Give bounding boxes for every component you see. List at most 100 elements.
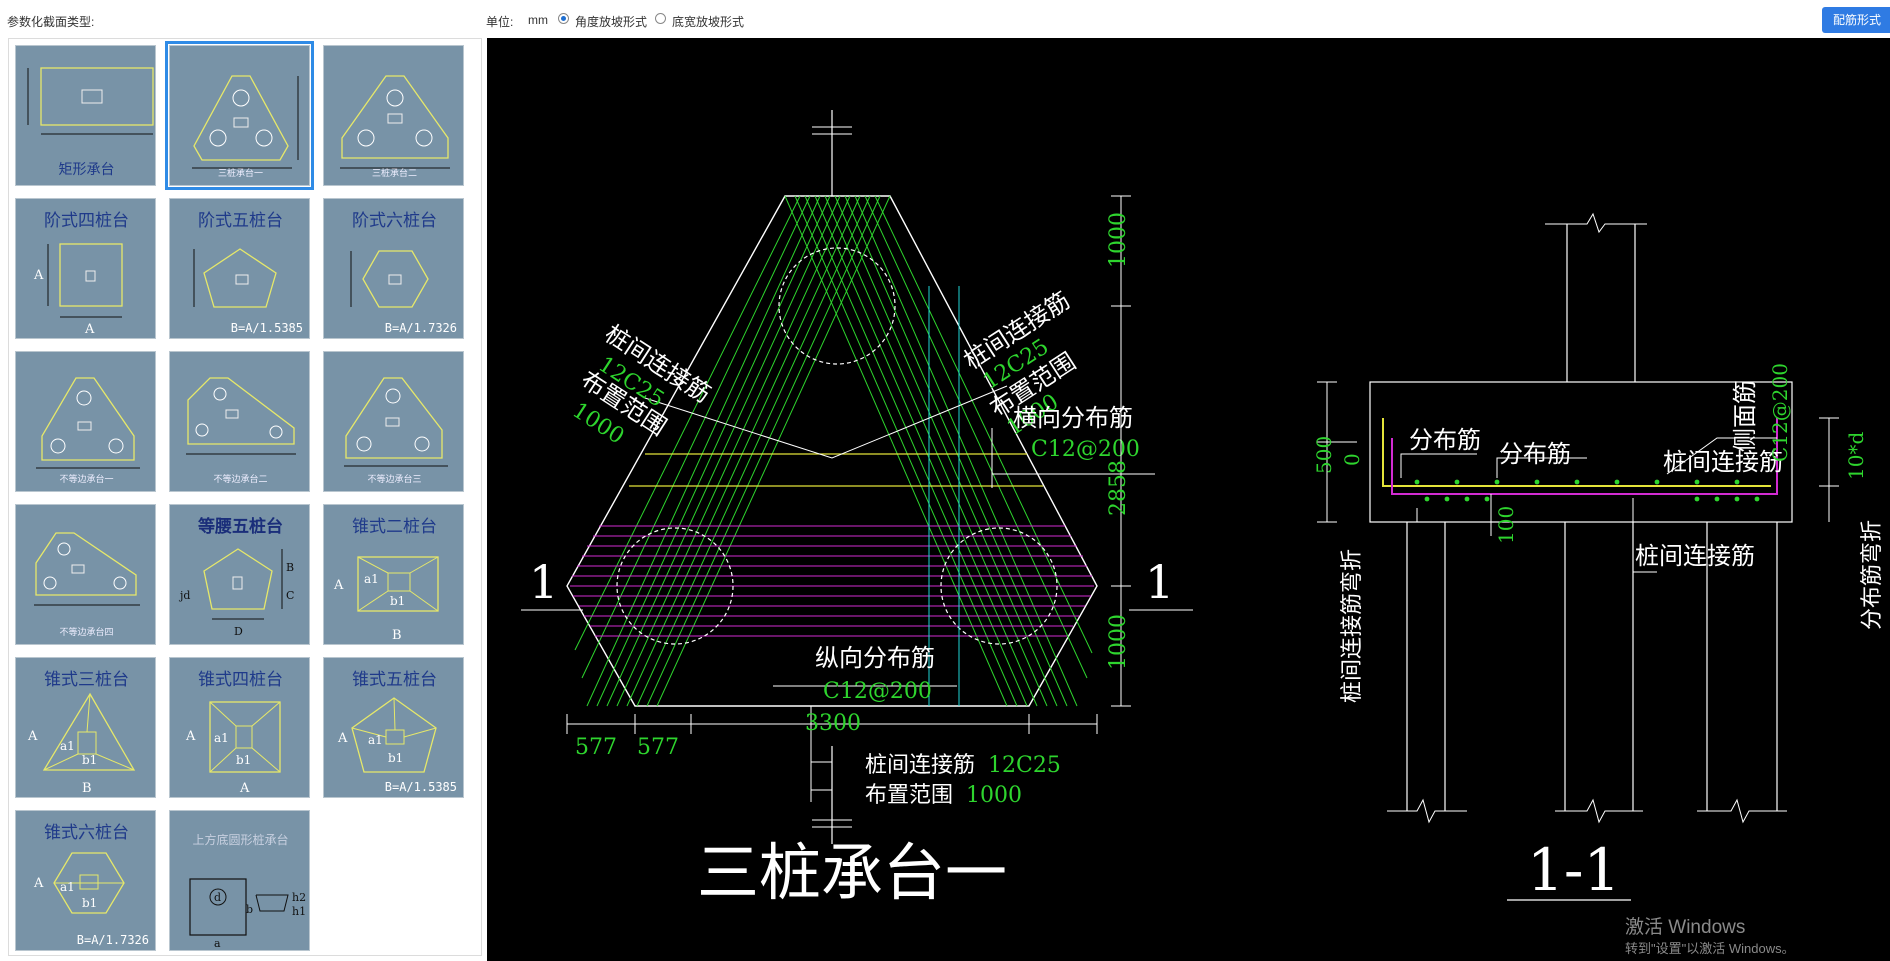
- tile-round-pile-cap[interactable]: d b h2 h1 a 上方底圆形桩承台: [169, 810, 310, 951]
- plan-long-dist: 纵向分布筋: [815, 644, 935, 672]
- tile-label: 不等边承台三: [367, 475, 422, 485]
- tile-cone-four-pile[interactable]: A a1 b1 A 锥式四桩台: [169, 657, 310, 798]
- tile-label: 锥式二桩台: [352, 517, 437, 537]
- svg-text:b1: b1: [388, 751, 403, 765]
- tile-cone-five-pile[interactable]: A a1 b1 锥式五桩台 B=A/1.5385: [323, 657, 464, 798]
- svg-text:A: A: [27, 729, 38, 744]
- dim-width: 3300: [805, 711, 861, 736]
- windows-activation-hint: 转到"设置"以激活 Windows。: [1625, 941, 1795, 956]
- svg-text:A: A: [333, 578, 344, 593]
- section-dist-bar-2: 分布筋: [1499, 440, 1571, 468]
- svg-text:b1: b1: [390, 594, 405, 608]
- plan-long-dist-spec: C12@200: [823, 679, 932, 704]
- svg-text:B: B: [392, 628, 402, 643]
- plan-bottom-range: 布置范围 1000: [865, 783, 1022, 808]
- cad-drawing-canvas[interactable]: 1 1 桩间连接筋 12C25 布置范围 1000 桩间连接筋 12C25 布置…: [487, 38, 1890, 961]
- svg-text:D: D: [234, 625, 243, 638]
- dim-top: 1000: [1106, 212, 1131, 268]
- tile-label: 三桩承台二: [371, 169, 417, 179]
- tile-cone-three-pile[interactable]: A a1 b1 B 锥式三桩台: [15, 657, 156, 798]
- svg-text:a1: a1: [60, 739, 75, 753]
- radio-width-slope-label[interactable]: 底宽放坡形式: [672, 13, 744, 30]
- svg-text:A: A: [84, 322, 95, 337]
- section-type-grid: 矩形承台 三桩承台一 三桩承台二 A A 阶式四桩台 阶式五桩台 B=A/1.5…: [15, 41, 472, 955]
- section-mark-right: 1: [1145, 555, 1174, 609]
- dim-mid: 2858: [1106, 460, 1131, 516]
- tile-step-four-pile[interactable]: A A 阶式四桩台: [15, 198, 156, 339]
- drawing-title: 三桩承台一: [697, 836, 1007, 909]
- tile-label: 不等边承台一: [59, 475, 114, 485]
- tile-three-pile-cap-1[interactable]: 三桩承台一: [165, 41, 314, 190]
- rebar-form-button[interactable]: 配筋形式: [1822, 7, 1890, 33]
- tile-formula: B=A/1.5385: [384, 780, 457, 794]
- svg-text:b: b: [246, 903, 253, 916]
- tile-label: 锥式六桩台: [44, 823, 129, 843]
- tile-cone-two-pile[interactable]: A a1 b1 B 锥式二桩台: [323, 504, 464, 645]
- plan-bottom-range-label: 布置范围: [865, 783, 953, 808]
- unit-value: mm: [528, 13, 548, 27]
- section-side-bar: 侧面筋: [1731, 380, 1759, 452]
- section-bend-len: 10*d: [1844, 432, 1868, 480]
- plan-bottom-range-value: 1000: [966, 783, 1022, 808]
- section-side-spec: C12@200: [1768, 363, 1792, 462]
- section-mark-left: 1: [529, 555, 558, 609]
- tile-unequal-cap-4[interactable]: 不等边承台四: [15, 504, 156, 645]
- tile-step-five-pile[interactable]: 阶式五桩台 B=A/1.5385: [169, 198, 310, 339]
- toolbar: 参数化截面类型: 单位: mm 角度放坡形式 底宽放坡形式 配筋形式: [0, 0, 1890, 38]
- dim-edge-1: 577: [575, 735, 617, 760]
- tile-three-pile-cap-2[interactable]: 三桩承台二: [323, 45, 464, 186]
- svg-text:h2: h2: [292, 891, 306, 904]
- tile-label: 阶式四桩台: [44, 211, 129, 231]
- svg-text:a1: a1: [368, 733, 383, 747]
- section-dim-height: 500: [1312, 436, 1336, 474]
- section-dist-bend: 分布筋弯折: [1860, 520, 1885, 630]
- plan-trans-dist-spec: C12@200: [1031, 437, 1140, 462]
- svg-text:b1: b1: [236, 753, 251, 767]
- tile-rect-cap[interactable]: 矩形承台: [15, 45, 156, 186]
- tile-formula: B=A/1.7326: [76, 933, 149, 947]
- section-dim-cover: 100: [1494, 506, 1518, 544]
- tile-label: 三桩承台一: [217, 169, 263, 179]
- tile-label: 锥式四桩台: [198, 670, 283, 690]
- tile-unequal-cap-1[interactable]: 不等边承台一: [15, 351, 156, 492]
- tile-label: 阶式六桩台: [352, 211, 437, 231]
- section-view: 分布筋 分布筋 桩间连接筋 桩间连接筋 侧面筋 C12@200 桩间连接筋弯折 …: [1312, 212, 1885, 904]
- tile-unequal-cap-3[interactable]: 不等边承台三: [323, 351, 464, 492]
- section-title: 1-1: [1527, 836, 1620, 904]
- tile-label: 矩形承台: [58, 162, 115, 178]
- plan-bottom-link: 桩间连接筋 12C25: [865, 753, 1061, 778]
- svg-text:b1: b1: [82, 896, 97, 910]
- svg-text:B: B: [286, 561, 294, 574]
- radio-width-slope[interactable]: [655, 13, 666, 24]
- svg-text:A: A: [33, 268, 44, 283]
- radio-angle-slope[interactable]: [558, 13, 569, 24]
- section-link-rebar-2: 桩间连接筋: [1635, 542, 1755, 570]
- svg-text:A: A: [33, 876, 44, 891]
- svg-text:a1: a1: [214, 731, 229, 745]
- tile-label: 阶式五桩台: [198, 211, 283, 231]
- dim-bot: 1000: [1106, 614, 1131, 670]
- plan-bottom-link-label: 桩间连接筋: [865, 753, 975, 778]
- svg-text:a: a: [214, 937, 221, 950]
- plan-bottom-link-spec: 12C25: [988, 753, 1061, 778]
- svg-text:B: B: [82, 781, 92, 796]
- radio-angle-slope-label[interactable]: 角度放坡形式: [575, 13, 647, 30]
- svg-text:A: A: [185, 729, 196, 744]
- plan-view: 1 1 桩间连接筋 12C25 布置范围 1000 桩间连接筋 12C25 布置…: [521, 110, 1193, 909]
- tile-isosceles-five-pile[interactable]: B C D jd 等腰五桩台: [169, 504, 310, 645]
- svg-text:b1: b1: [82, 753, 97, 767]
- tile-unequal-cap-2[interactable]: 不等边承台二: [169, 351, 310, 492]
- section-dim-zero: 0: [1340, 453, 1364, 466]
- svg-text:A: A: [337, 731, 348, 746]
- tile-label: 锥式五桩台: [352, 670, 437, 690]
- svg-text:jd: jd: [178, 589, 190, 602]
- tile-step-six-pile[interactable]: 阶式六桩台 B=A/1.7326: [323, 198, 464, 339]
- section-link-rebar: 桩间连接筋: [1663, 448, 1783, 476]
- tile-cone-six-pile[interactable]: A a1 b1 锥式六桩台 B=A/1.7326: [15, 810, 156, 951]
- windows-activation-title: 激活 Windows: [1625, 917, 1746, 938]
- section-dist-bar-1: 分布筋: [1409, 426, 1481, 454]
- svg-text:a1: a1: [364, 572, 379, 586]
- tile-formula: B=A/1.7326: [384, 321, 457, 335]
- svg-text:A: A: [239, 781, 250, 796]
- tile-label: 锥式三桩台: [44, 670, 129, 690]
